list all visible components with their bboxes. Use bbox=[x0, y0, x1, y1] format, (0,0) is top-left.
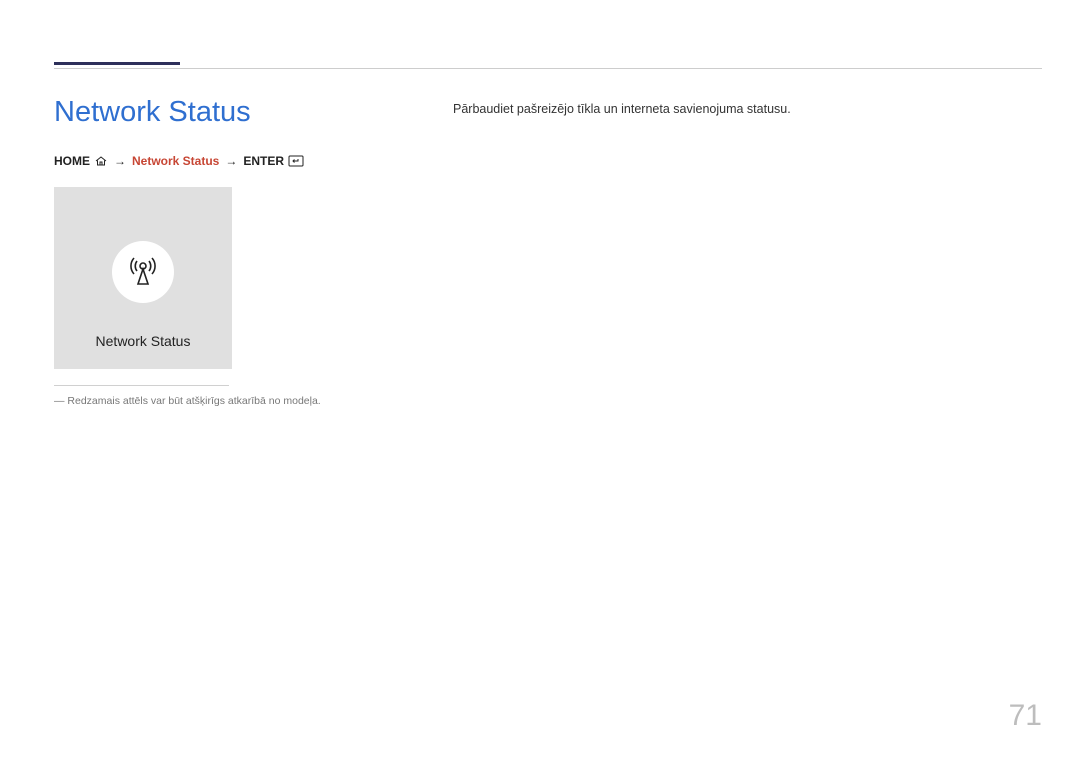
breadcrumb-enter-label: ENTER bbox=[243, 154, 284, 168]
footnote-dash: ― bbox=[54, 395, 65, 407]
header-accent-bar bbox=[54, 62, 180, 65]
breadcrumb-arrow: → bbox=[114, 154, 126, 168]
tile-label: Network Status bbox=[96, 333, 191, 349]
breadcrumb-current-item: Network Status bbox=[132, 154, 219, 168]
breadcrumb-arrow: → bbox=[225, 154, 237, 168]
footnote: ― Redzamais attēls var būt atšķirīgs atk… bbox=[54, 395, 321, 407]
breadcrumb-home-label: HOME bbox=[54, 154, 90, 168]
home-icon bbox=[94, 154, 108, 168]
page-description: Pārbaudiet pašreizējo tīkla un interneta… bbox=[453, 102, 791, 116]
note-rule bbox=[54, 385, 229, 386]
footnote-text: Redzamais attēls var būt atšķirīgs atkar… bbox=[67, 395, 320, 407]
antenna-icon bbox=[125, 252, 161, 293]
network-status-tile: Network Status bbox=[54, 187, 232, 369]
tile-icon-circle bbox=[112, 241, 174, 303]
breadcrumb: HOME → Network Status → ENTER bbox=[54, 154, 304, 168]
enter-icon bbox=[288, 154, 304, 168]
header-rule bbox=[54, 68, 1042, 69]
page-title: Network Status bbox=[54, 96, 251, 129]
page-number: 71 bbox=[1009, 699, 1042, 733]
